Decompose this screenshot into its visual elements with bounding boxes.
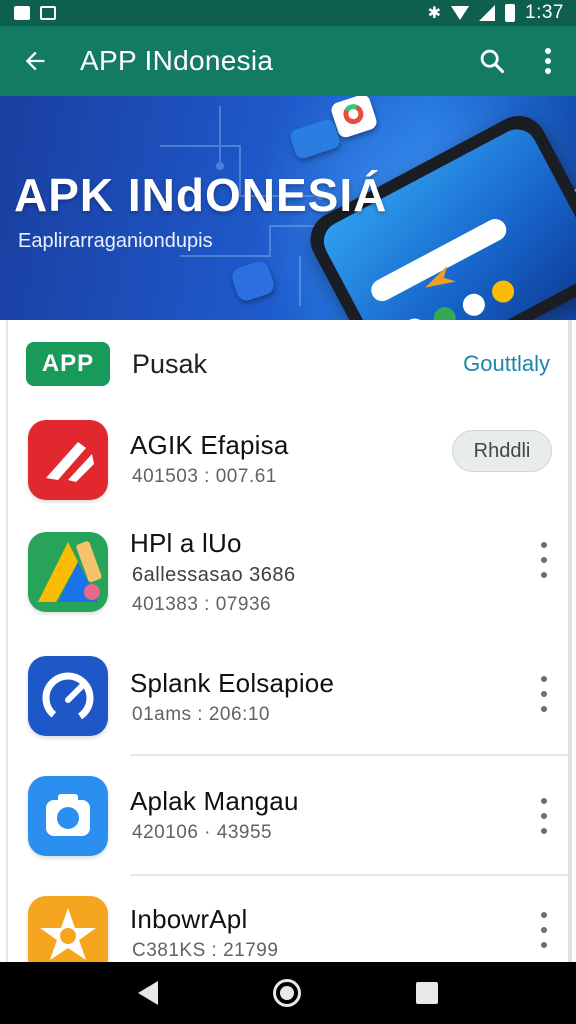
status-right: ✱ 1:37 [428, 2, 564, 24]
list-item[interactable]: InbowrApl C381KS : 21799 [8, 892, 568, 970]
system-nav-bar [0, 962, 576, 1024]
more-vert-dot [541, 912, 547, 918]
search-button[interactable] [464, 26, 520, 96]
app-meta: 420106 · 43955 [132, 822, 273, 843]
phone-search-bar [367, 215, 511, 305]
more-vert-dot [541, 542, 547, 548]
more-vert-dot [541, 813, 547, 819]
app-bar: APP INdonesia [0, 26, 576, 96]
phone-app-dot [458, 289, 489, 320]
star-icon [28, 896, 108, 970]
camera-icon [28, 776, 108, 856]
multicolor-a-icon [28, 532, 108, 612]
app-badge: APP [26, 342, 110, 386]
square-notification-icon [40, 6, 56, 20]
more-options-button[interactable] [534, 676, 554, 712]
more-vert-dot [541, 828, 547, 834]
speedometer-icon [28, 656, 108, 736]
app-name: Splank Eolsapioe [130, 668, 335, 698]
more-vert-dot [541, 942, 547, 948]
more-options-button[interactable] [534, 912, 554, 948]
back-button[interactable] [0, 26, 70, 96]
section-more-link[interactable]: Gouttlaly [463, 351, 550, 377]
more-vert-icon [545, 48, 551, 74]
list-item[interactable]: AGIK Efapisa 401503 : 007.61 Rhddli [8, 416, 568, 536]
wifi-icon [451, 6, 470, 20]
app-name: HPl a lUo [130, 528, 242, 558]
more-vert-dot [541, 927, 547, 933]
app-meta: 401503 : 007.61 [132, 466, 277, 487]
app-name: InbowrApl [130, 904, 248, 934]
list-item[interactable]: Splank Eolsapioe 01ams : 206:10 [8, 654, 568, 774]
page-title: APP INdonesia [80, 45, 274, 76]
status-bar: ✱ 1:37 [0, 0, 576, 26]
nav-home-icon[interactable] [272, 979, 301, 1007]
list-item[interactable]: HPl a lUo 6allessasao 3686 401383 : 0793… [8, 528, 568, 648]
banner-subtitle: Eaplirarraganiondupis [18, 230, 213, 252]
signal-icon [479, 5, 496, 21]
phone-app-dot [488, 276, 518, 307]
list-divider [130, 754, 568, 756]
more-vert-dot [541, 706, 547, 712]
photo-notification-icon [14, 6, 30, 20]
more-options-button[interactable] [534, 798, 554, 834]
status-time: 1:37 [525, 2, 564, 23]
section-title: Pusak [132, 348, 208, 379]
promo-banner[interactable]: APK INdONESIÁ Eaplirarraganiondupis [0, 96, 576, 320]
nav-back-icon[interactable] [137, 981, 158, 1005]
app-list-card: APP Pusak Gouttlaly AGIK Efapisa 401503 … [6, 320, 572, 970]
nav-recents-icon[interactable] [416, 982, 439, 1004]
app-name: Aplak Mangau [130, 786, 299, 816]
more-vert-dot [541, 798, 547, 804]
section-header: APP Pusak Gouttlaly [26, 340, 550, 388]
list-divider [130, 874, 568, 876]
more-vert-dot [541, 557, 547, 563]
more-options-button[interactable] [534, 542, 554, 578]
red-brand-icon [28, 420, 108, 500]
app-meta: 01ams : 206:10 [132, 704, 270, 725]
app-meta: C381KS : 21799 [132, 940, 279, 961]
more-options-button[interactable] [520, 26, 576, 96]
app-name: AGIK Efapisa [130, 430, 289, 460]
app-subtitle: 6allessasao 3686 [132, 564, 296, 586]
more-vert-dot [541, 572, 547, 578]
more-vert-dot [541, 676, 547, 682]
arrow-left-icon [25, 51, 45, 71]
status-left [14, 6, 56, 20]
banner-title: APK INdONESIÁ [14, 169, 388, 221]
phone-app-dot [429, 303, 460, 320]
more-vert-dot [541, 691, 547, 697]
install-button[interactable]: Rhddli [452, 430, 552, 472]
app-meta: 401383 : 07936 [132, 594, 272, 615]
vibrate-icon: ✱ [427, 5, 442, 22]
battery-icon [505, 4, 516, 22]
search-icon [480, 49, 505, 74]
